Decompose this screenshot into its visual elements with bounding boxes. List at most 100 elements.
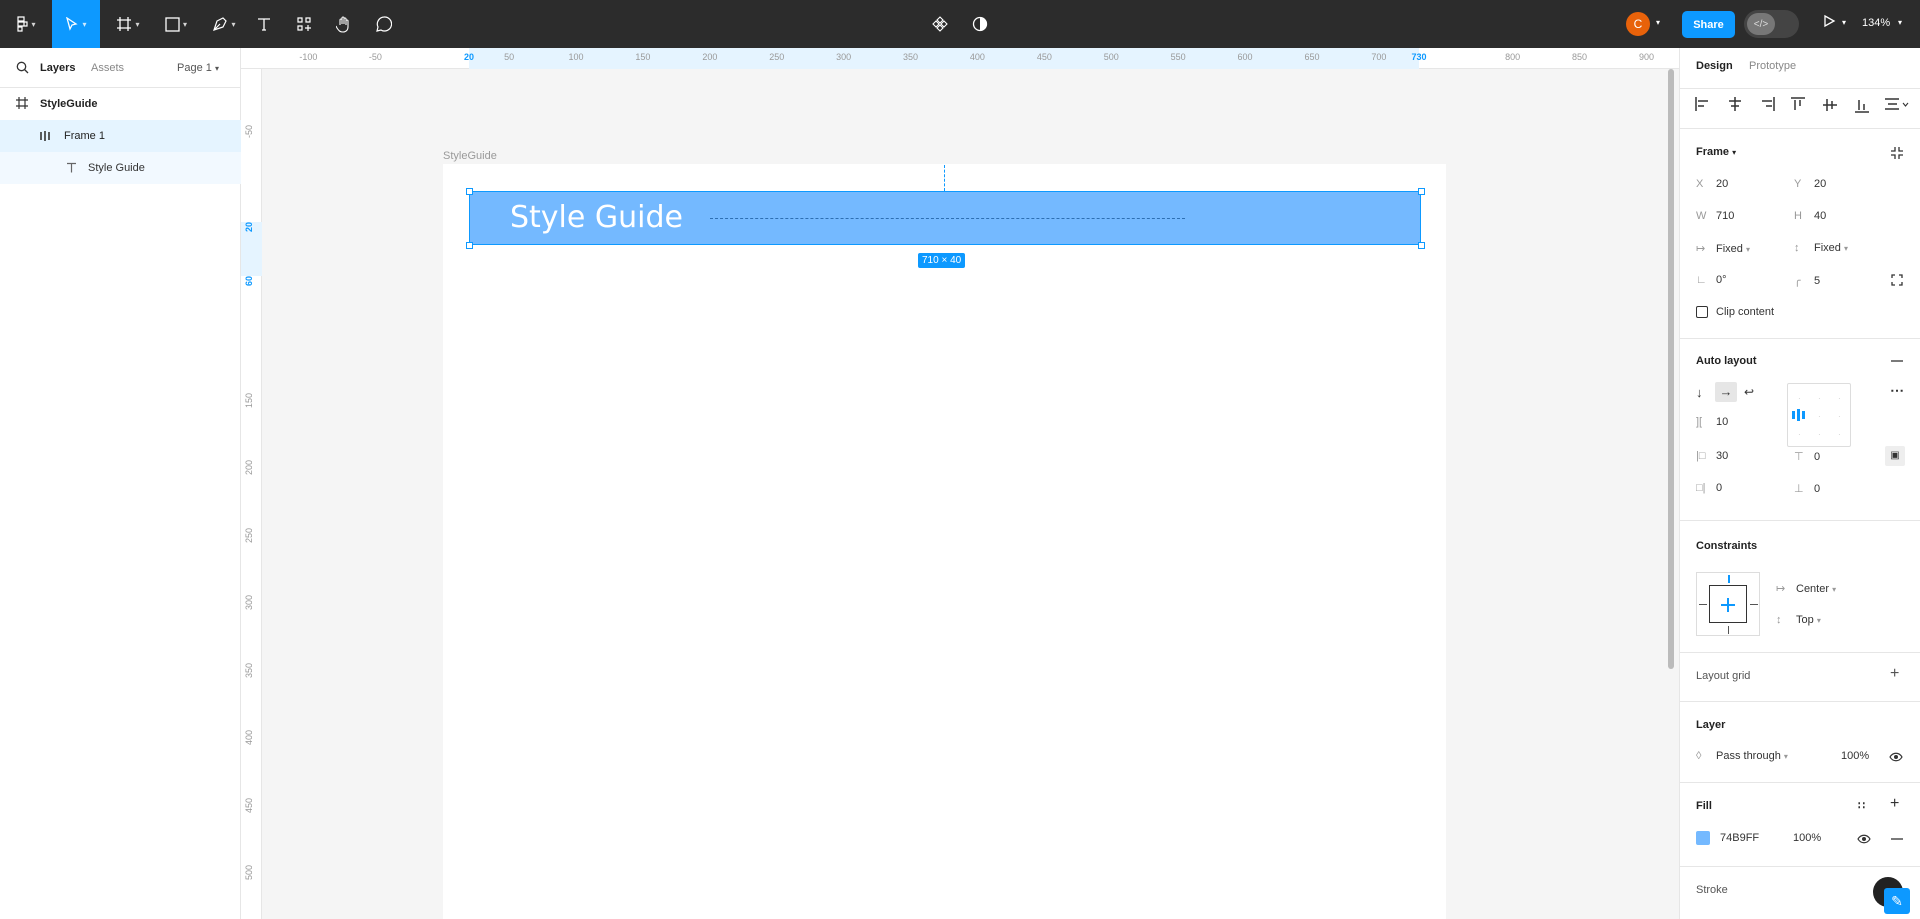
width-field[interactable]: W 710 <box>1696 210 1734 222</box>
align-bottom-icon[interactable] <box>1855 97 1869 113</box>
tab-assets[interactable]: Assets <box>91 62 124 74</box>
padding-left-field[interactable]: |□ 30 <box>1696 450 1728 462</box>
layer-row-frame-1[interactable]: Frame 1 <box>0 120 241 152</box>
ruler-top-tick-label: 850 <box>1572 52 1588 62</box>
constraint-vcenter <box>1727 598 1729 612</box>
style-guide-text[interactable]: Style Guide <box>510 200 683 235</box>
clip-content-checkbox[interactable]: Clip content <box>1696 306 1774 319</box>
selected-frame-1[interactable]: Style Guide <box>469 191 1421 245</box>
padding-right-field[interactable]: □| 0 <box>1696 482 1722 494</box>
tab-prototype[interactable]: Prototype <box>1749 60 1796 72</box>
ruler-top-tick-label: 350 <box>903 52 919 62</box>
fill-opacity-field[interactable]: 100% <box>1793 832 1821 844</box>
page-selector[interactable]: Page 1 ▾ <box>177 62 219 74</box>
constraint-left-indicator[interactable] <box>1699 604 1707 605</box>
move-tool-button[interactable]: ▾ <box>52 0 100 48</box>
canvas[interactable]: StyleGuide Style Guide 710 × 40 <box>262 69 1679 919</box>
ruler-left-tick-label: 60 <box>244 275 254 286</box>
fill-hex-field[interactable]: 74B9FF <box>1720 832 1759 844</box>
corner-radius-field[interactable]: ╭ 5 <box>1794 274 1820 287</box>
vertical-scrollbar[interactable] <box>1668 69 1674 669</box>
zoom-level[interactable]: 134% <box>1862 17 1890 29</box>
remove-fill-icon[interactable] <box>1891 838 1903 840</box>
wrap-icon[interactable]: ↩ <box>1744 385 1754 399</box>
comment-tool-button[interactable] <box>372 0 396 48</box>
share-button[interactable]: Share <box>1682 11 1735 38</box>
frame-section-title[interactable]: Frame ▾ <box>1696 146 1736 158</box>
dev-mode-toggle[interactable]: </> <box>1744 10 1799 38</box>
frame-tool-button[interactable]: ▾ <box>108 0 148 48</box>
constraint-right-indicator[interactable] <box>1750 604 1758 605</box>
x-field[interactable]: X 20 <box>1696 178 1728 190</box>
align-right-icon[interactable] <box>1759 97 1775 111</box>
frame-label[interactable]: StyleGuide <box>443 150 497 162</box>
search-icon[interactable] <box>16 61 29 74</box>
present-button[interactable] <box>1822 14 1836 31</box>
chevron-down-icon[interactable]: ▾ <box>1898 18 1902 27</box>
align-top-icon[interactable] <box>1791 97 1805 113</box>
resize-handle-top-left[interactable] <box>466 188 473 195</box>
radius-value: 5 <box>1814 275 1821 287</box>
resize-handle-bottom-left[interactable] <box>466 242 473 249</box>
eye-icon[interactable] <box>1889 752 1903 762</box>
ruler-left-tick-label: -50 <box>244 124 254 138</box>
minus-icon[interactable] <box>1891 360 1903 362</box>
shape-tool-button[interactable]: ▾ <box>158 0 194 48</box>
ruler-top-tick-label: 900 <box>1638 52 1654 62</box>
horizontal-constraint-select[interactable]: ↦ Center ▾ <box>1776 582 1836 595</box>
layer-row-styleguide[interactable]: StyleGuide <box>0 88 241 120</box>
height-field[interactable]: H 40 <box>1794 210 1826 222</box>
text-tool-button[interactable] <box>252 0 276 48</box>
y-field[interactable]: Y 20 <box>1794 178 1826 190</box>
resize-to-fit-icon[interactable] <box>1890 146 1904 160</box>
tab-design[interactable]: Design <box>1696 60 1733 72</box>
arrow-right-icon[interactable]: → <box>1715 382 1737 402</box>
padding-bottom-field[interactable]: ⊥ 0 <box>1794 482 1820 495</box>
chevron-down-icon: ▾ <box>1745 245 1750 254</box>
constraint-top-indicator[interactable] <box>1728 575 1730 583</box>
independent-corners-icon[interactable] <box>1891 274 1903 286</box>
vertical-constraint-select[interactable]: ↕ Top ▾ <box>1776 614 1821 626</box>
avatar[interactable]: C <box>1626 12 1650 36</box>
arrow-down-icon[interactable]: ↓ <box>1696 385 1703 400</box>
hand-tool-button[interactable] <box>332 0 356 48</box>
padding-top-field[interactable]: ⊤ 0 <box>1794 450 1820 463</box>
layer-row-style-guide-text[interactable]: Style Guide <box>0 152 241 184</box>
edit-icon[interactable]: ✎ <box>1884 888 1910 914</box>
more-options-icon[interactable]: ⋯ <box>1890 382 1904 399</box>
theme-toggle-button[interactable] <box>968 0 992 48</box>
tab-layers[interactable]: Layers <box>40 62 75 74</box>
align-horizontal-center-icon[interactable] <box>1727 97 1743 111</box>
fill-color-swatch[interactable] <box>1696 831 1710 845</box>
main-menu-button[interactable]: ▾ <box>8 0 44 48</box>
eye-icon[interactable] <box>1857 834 1871 844</box>
styleguide-frame[interactable] <box>443 164 1446 919</box>
components-button[interactable] <box>928 0 952 48</box>
align-left-icon[interactable] <box>1695 97 1711 111</box>
distribute-icon[interactable] <box>1885 97 1909 111</box>
resize-handle-top-right[interactable] <box>1418 188 1425 195</box>
constraints-widget[interactable] <box>1696 572 1760 636</box>
rotation-field[interactable]: ∟ 0° <box>1696 274 1727 286</box>
chevron-down-icon[interactable]: ▾ <box>1656 18 1660 27</box>
chevron-down-icon[interactable]: ▾ <box>1842 18 1846 27</box>
align-vertical-center-icon[interactable] <box>1823 97 1837 113</box>
alignment-grid[interactable]: · · · · · · · · <box>1787 383 1851 447</box>
individual-padding-icon[interactable]: ▣ <box>1885 446 1905 466</box>
horizontal-constraint-icon: ↦ <box>1776 583 1786 595</box>
add-layout-grid-icon[interactable]: + <box>1890 665 1899 683</box>
resize-handle-bottom-right[interactable] <box>1418 242 1425 249</box>
add-fill-icon[interactable]: + <box>1890 795 1899 813</box>
constraint-bottom-indicator[interactable] <box>1728 626 1729 634</box>
resources-button[interactable] <box>292 0 316 48</box>
style-library-icon[interactable]: ∷ <box>1858 799 1865 812</box>
padding-top-value: 0 <box>1814 451 1821 463</box>
height-mode-select[interactable]: ↕ Fixed ▾ <box>1794 242 1848 254</box>
blend-mode-select[interactable]: ◊ Pass through ▾ <box>1696 750 1788 762</box>
width-mode-select[interactable]: ↦ Fixed ▾ <box>1696 242 1750 255</box>
pen-tool-button[interactable]: ▾ <box>206 0 242 48</box>
gap-value: 10 <box>1716 416 1729 428</box>
h-value: 40 <box>1814 210 1827 222</box>
layer-opacity-field[interactable]: 100% <box>1841 750 1869 762</box>
gap-field[interactable]: ][10 <box>1696 416 1728 428</box>
